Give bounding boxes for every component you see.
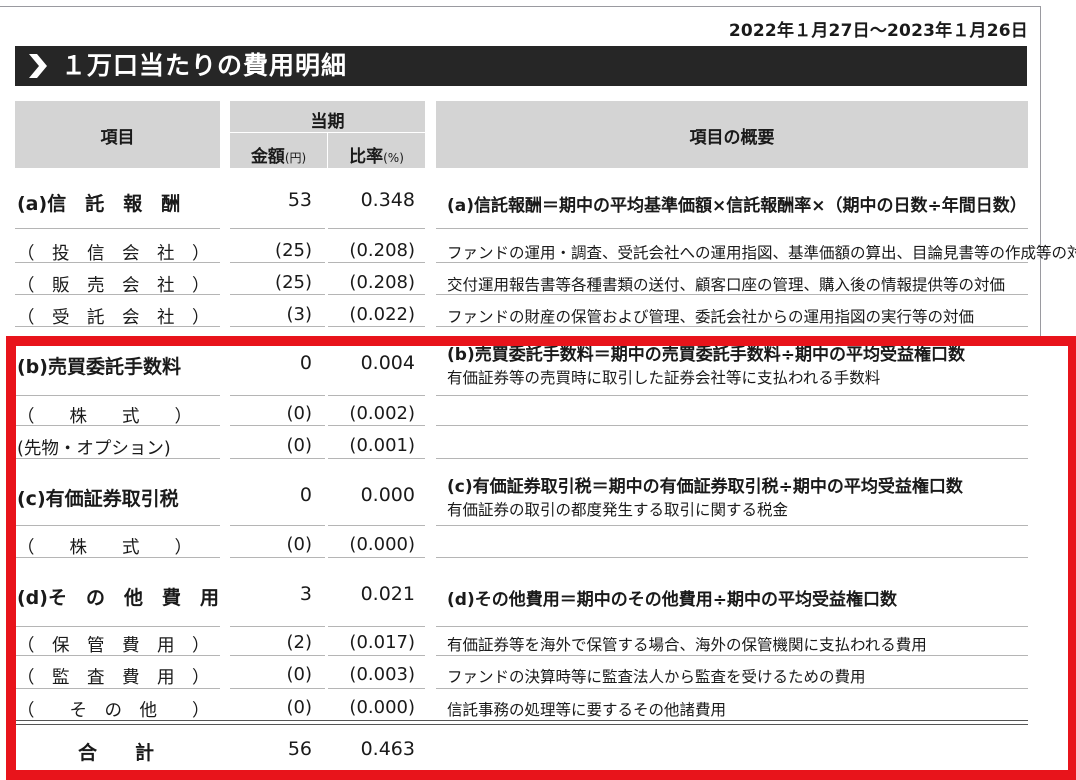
header-overview: 項目の概要 (689, 128, 775, 148)
section-banner: １万口当たりの費用明細 (15, 46, 1027, 86)
row-description: (a)信託報酬＝期中の平均基準価額×信託報酬率×（期中の日数÷年間日数） (447, 196, 1027, 216)
row-amount: 53 (287, 189, 312, 211)
header-amount-label: 金額 (250, 147, 285, 167)
header-amount: 金額(円) (230, 142, 327, 167)
chevron-right-icon (29, 54, 47, 78)
header-item: 項目 (100, 128, 135, 148)
row-separator (328, 228, 425, 229)
row-separator (328, 294, 425, 295)
row-label: (a)信 託 報 酬 (17, 193, 181, 215)
row-amount: (25) (275, 272, 312, 293)
row-ratio: (0.208) (349, 240, 415, 261)
header-ratio-unit: (%) (383, 151, 404, 165)
page-title: １万口当たりの費用明細 (61, 51, 348, 80)
row-ratio: (0.022) (349, 304, 415, 325)
row-separator (436, 228, 1028, 229)
row-label: （ 投 信 会 社 ） (17, 244, 210, 264)
row-amount: (25) (275, 240, 312, 261)
period-range: 2022年１月27日～2023年１月26日 (728, 21, 1028, 41)
row-separator (230, 294, 325, 295)
header-ratio-label: 比率 (349, 147, 384, 167)
row-ratio: (0.208) (349, 272, 415, 293)
header-current-period: 当期 (310, 112, 345, 132)
row-label: （ 受 託 会 社 ） (17, 308, 210, 328)
row-amount: (3) (286, 304, 313, 325)
row-description: ファンドの運用・調査、受託会社への運用指図、基準価額の算出、目論見書等の作成等の… (447, 244, 1076, 262)
header-amount-unit: (円) (284, 151, 307, 165)
highlight-box (6, 336, 1076, 780)
row-description: 交付運用報告書等各種書類の送付、顧客口座の管理、購入後の情報提供等の対価 (447, 276, 1006, 294)
header-ratio: 比率(%) (328, 142, 425, 167)
row-separator (15, 228, 220, 229)
page-border-right (1040, 6, 1041, 336)
row-separator (328, 262, 425, 263)
row-ratio: 0.348 (360, 189, 415, 211)
page-border-top (0, 6, 1040, 7)
row-separator (230, 228, 325, 229)
row-separator (230, 326, 325, 327)
row-label: （ 販 売 会 社 ） (17, 276, 210, 296)
row-description: ファンドの財産の保管および管理、委託会社からの運用指図の実行等の対価 (447, 308, 975, 326)
row-separator (230, 262, 325, 263)
row-separator (328, 326, 425, 327)
